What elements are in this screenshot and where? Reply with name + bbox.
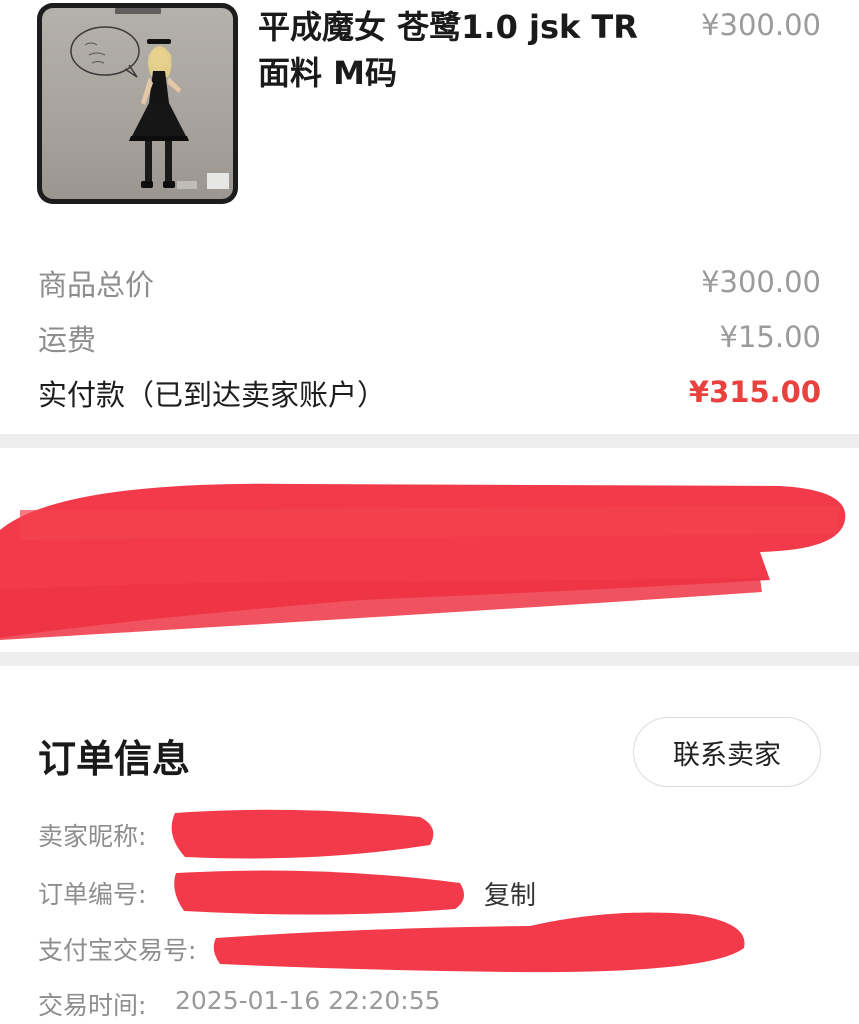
trade-time-value: 2025-01-16 22:20:55 — [175, 986, 441, 1015]
seller-nickname-label: 卖家昵称: — [38, 822, 147, 851]
paid-label: 实付款（已到达卖家账户） — [38, 378, 387, 412]
paid-value: ¥315.00 — [688, 375, 821, 409]
product-title-line1: 平成魔女 苍鹭1.0 jsk TR — [258, 8, 638, 46]
shipping-value: ¥15.00 — [719, 320, 821, 354]
section-divider — [0, 434, 859, 448]
product-price: ¥300.00 — [701, 8, 821, 42]
redaction-block — [0, 483, 846, 640]
trade-time-label: 交易时间: — [38, 991, 147, 1020]
subtotal-value: ¥300.00 — [701, 265, 821, 299]
product-title-line2: 面料 M码 — [258, 54, 397, 92]
alipay-trade-redaction — [213, 912, 745, 973]
section-divider-2 — [0, 652, 859, 666]
shipping-label: 运费 — [38, 323, 97, 357]
product-photo-icon — [70, 8, 229, 189]
seller-nickname-redaction — [171, 809, 434, 859]
order-number-label: 订单编号: — [38, 880, 147, 909]
subtotal-label: 商品总价 — [38, 268, 155, 302]
copy-order-number-button[interactable]: 复制 — [484, 875, 536, 912]
product-title[interactable]: 平成魔女 苍鹭1.0 jsk TR 面料 M码 — [258, 4, 678, 96]
product-image[interactable] — [37, 3, 238, 204]
contact-seller-button[interactable]: 联系卖家 — [633, 717, 821, 787]
order-info-title: 订单信息 — [38, 737, 191, 781]
alipay-trade-label: 支付宝交易号: — [38, 936, 197, 965]
